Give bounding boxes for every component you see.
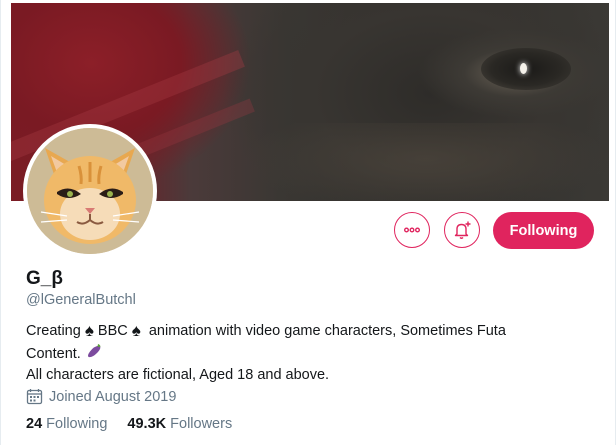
followers-count-link[interactable]: 49.3K Followers <box>127 416 232 432</box>
bio-text: All characters are fictional, Aged 18 an… <box>26 367 330 383</box>
join-date: Joined August 2019 <box>26 388 176 405</box>
following-count-link[interactable]: 24 Following <box>26 416 107 432</box>
join-date-text: Joined August 2019 <box>49 388 177 405</box>
calendar-icon <box>26 389 43 405</box>
bio-text: animation with video game characters, So… <box>148 323 506 339</box>
user-handle: @lGeneralButchl <box>26 292 136 308</box>
cat-face-icon <box>27 128 153 254</box>
follow-stats: 24 Following 49.3K Followers <box>26 416 252 432</box>
banner-shade <box>241 123 609 201</box>
bell-plus-icon <box>454 221 471 239</box>
profile-card: Following G_β @lGeneralButchl Creating ♠… <box>0 0 616 445</box>
spade-emoji: ♠ <box>131 321 141 340</box>
eggplant-emoji-icon <box>85 342 103 367</box>
more-icon <box>404 227 420 233</box>
bio-text: Creating <box>26 323 81 339</box>
following-count: 24 <box>26 416 43 432</box>
bio-line: Creating ♠ BBC ♠ animation with video ga… <box>26 321 596 342</box>
avatar[interactable] <box>23 124 157 258</box>
bio-text: Content. <box>26 345 81 362</box>
display-name: G_β <box>26 268 63 289</box>
following-button-label: Following <box>509 222 578 239</box>
banner-eye-glint <box>520 63 527 74</box>
following-label: Following <box>46 416 108 432</box>
followers-count: 49.3K <box>127 416 167 432</box>
followers-label: Followers <box>170 416 233 432</box>
notifications-button[interactable] <box>444 212 480 248</box>
more-options-button[interactable] <box>394 212 430 248</box>
bio-text: BBC <box>97 323 128 339</box>
profile-bio: Creating ♠ BBC ♠ animation with video ga… <box>26 321 596 386</box>
following-button[interactable]: Following <box>493 212 594 249</box>
spade-emoji: ♠ <box>84 321 94 340</box>
bio-line: All characters are fictional, Aged 18 an… <box>26 366 596 386</box>
bio-line: Content. <box>26 342 596 367</box>
